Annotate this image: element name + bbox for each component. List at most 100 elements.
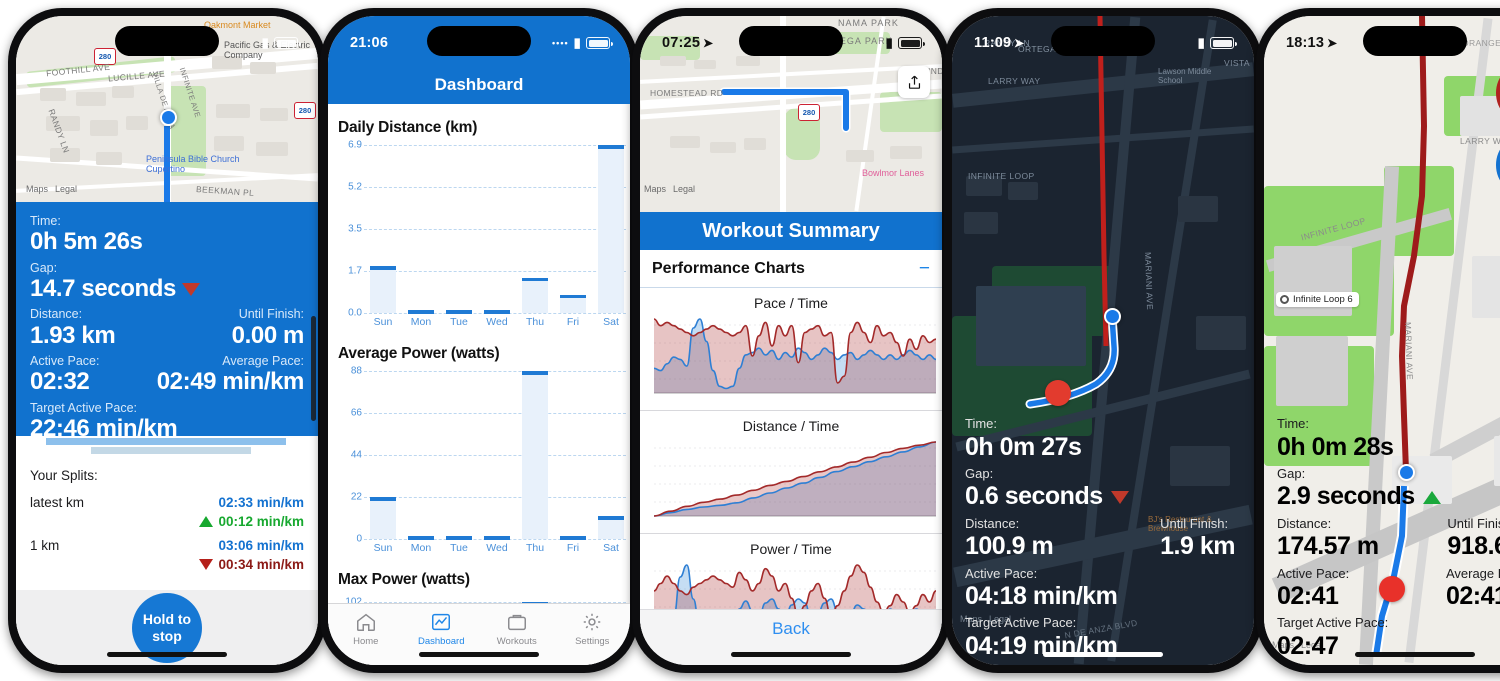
plot-area-0 [364,145,630,314]
gap-value: 0.6 seconds [965,482,1103,511]
panel-scrollbar[interactable] [311,316,316,421]
wifi-icon: ▮ [573,35,581,50]
x-tick: Mon [410,542,432,554]
map-label: BEEKMAN PL [195,183,255,199]
tab-label: Dashboard [418,636,465,647]
y-axis-1: 88 66 44 22 0 [338,366,364,545]
target-pace-label: Target Active Pace: [965,615,1077,631]
location-arrow-icon: ➤ [702,35,714,51]
average-pace-value: 02:41 [1445,582,1500,611]
chart-svg-pace [653,318,937,394]
x-tick: Thu [525,316,545,328]
bar-cap [522,277,548,282]
active-pace-label: Active Pace: [30,354,100,369]
active-pace-value: 02:32 [30,368,90,396]
apple-maps-logo: Maps [644,184,667,194]
bar-cap [408,536,434,540]
phone-5-light-tracking: INFINITE LOOP MARIANI AVE LARRY WAY ORAN… [1256,8,1500,673]
status-time: 21:06 [350,35,389,51]
map-poi: Lawson Middle School [1158,67,1212,85]
phone-1-screen: 280 280 FOOTHILL AVE LUCILLE AVE RANDY L… [16,16,318,665]
location-arrow-icon: ➤ [1014,35,1025,51]
dynamic-island [1051,26,1155,56]
home-indicator [1043,652,1163,657]
phone-3-workout-summary: 280 HOMESTEAD RD ORTEGA PARK NAMA PARK I… [632,8,950,673]
live-stats-overlay-5: Time: 0h 0m 28s Gap: 2.9 seconds Distanc… [1264,416,1500,662]
trend-down-icon [181,282,200,296]
splits-title: Your Splits: [30,468,98,483]
phone-1-live-tracking: 280 280 FOOTHILL AVE LUCILLE AVE RANDY L… [8,8,326,673]
map-poi: Peninsula Bible Church Cupertino [146,154,240,175]
tab-home[interactable]: Home [328,611,404,647]
bar-cap [598,145,624,149]
split-value: 03:06 min/km [218,538,304,553]
x-tick: Tue [450,542,468,554]
map-legal-link[interactable]: Legal [673,184,695,194]
time-value: 0h 0m 28s [1277,432,1394,461]
gear-icon [584,613,601,631]
dashboard-scroll[interactable]: Daily Distance (km) 6.9 5.2 3.5 1.7 0.0 Sun M… [328,104,630,665]
bar [560,294,586,313]
user-location-puck [160,109,177,126]
location-arrow-icon: ➤ [1326,35,1338,51]
highway-shield-280-b: 280 [294,102,316,119]
y-tick: 0.0 [348,307,362,319]
trend-down-icon [1110,490,1129,504]
active-pace-value: 04:18 min/km [965,582,1118,611]
share-button[interactable] [898,66,930,98]
dynamic-island [739,26,843,56]
bar-cap [370,497,396,501]
map-poi-chip[interactable]: Infinite Loop 6 [1276,292,1359,307]
tab-dashboard[interactable]: Dashboard [404,611,480,647]
target-pace-label: Target Active Pace: [30,400,138,415]
x-tick: Sun [373,316,393,328]
phone-2-screen: Dashboard 21:06 •••• ▮ Daily Distance (k… [328,16,630,665]
home-icon [356,613,375,631]
battery-icon [1210,37,1237,49]
section-performance-charts[interactable]: Performance Charts − [640,250,942,288]
collapse-toggle[interactable]: − [919,258,930,280]
gap-label: Gap: [965,465,994,481]
map-label: MARIANI AVE [1143,251,1156,311]
split-name: 1 km [30,538,60,553]
map-label: IND [928,66,942,76]
bar-cap [370,266,396,270]
chart-average-power: Average Power (watts) 88 66 44 22 0 Sun Mon Tu… [328,330,630,556]
gap-label: Gap: [1277,465,1306,481]
tab-workouts[interactable]: Workouts [479,611,555,647]
bar [408,310,434,314]
ghost-runner-marker [1379,576,1405,602]
x-tick: Tue [450,316,468,328]
active-pace-label: Active Pace: [965,565,1038,581]
average-pace-value: 02:49 min/km [156,368,305,396]
back-button[interactable]: Back [772,619,810,639]
y-tick: 22 [350,491,362,503]
ghost-runner-marker [1045,380,1071,406]
split-delta: 00:12 min/km [30,514,304,529]
battery-icon [898,37,925,49]
bar-cap [484,536,510,540]
map-label: LARRY WAY [988,76,1041,86]
bar-cap [408,310,434,314]
average-pace-label: Average Pace: [222,354,304,369]
map-attribution: Maps Legal [644,184,695,194]
y-tick: 66 [350,407,362,419]
x-tick: Sat [603,542,619,554]
tab-settings[interactable]: Settings [555,611,631,647]
home-indicator [419,652,539,657]
briefcase-icon [507,614,526,631]
splits-section: Your Splits: latest km 02:33 min/km 00:1… [16,458,318,590]
map-legal-link[interactable]: Legal [55,184,77,194]
battery-icon [586,37,613,49]
map-poi: Bowlmor Lanes [862,168,925,178]
bar-cap [522,371,548,375]
chart-icon [432,613,451,631]
bar [598,145,624,313]
home-indicator [731,652,851,657]
x-axis-0: Sun Mon Tue Wed Thu Fri Sat [338,316,630,328]
target-pace-label: Target Active Pace: [1277,615,1389,631]
chart-title: Power / Time [750,541,832,557]
bar [522,371,548,539]
tab-label: Home [353,636,379,647]
status-time: 07:25 [662,35,701,51]
